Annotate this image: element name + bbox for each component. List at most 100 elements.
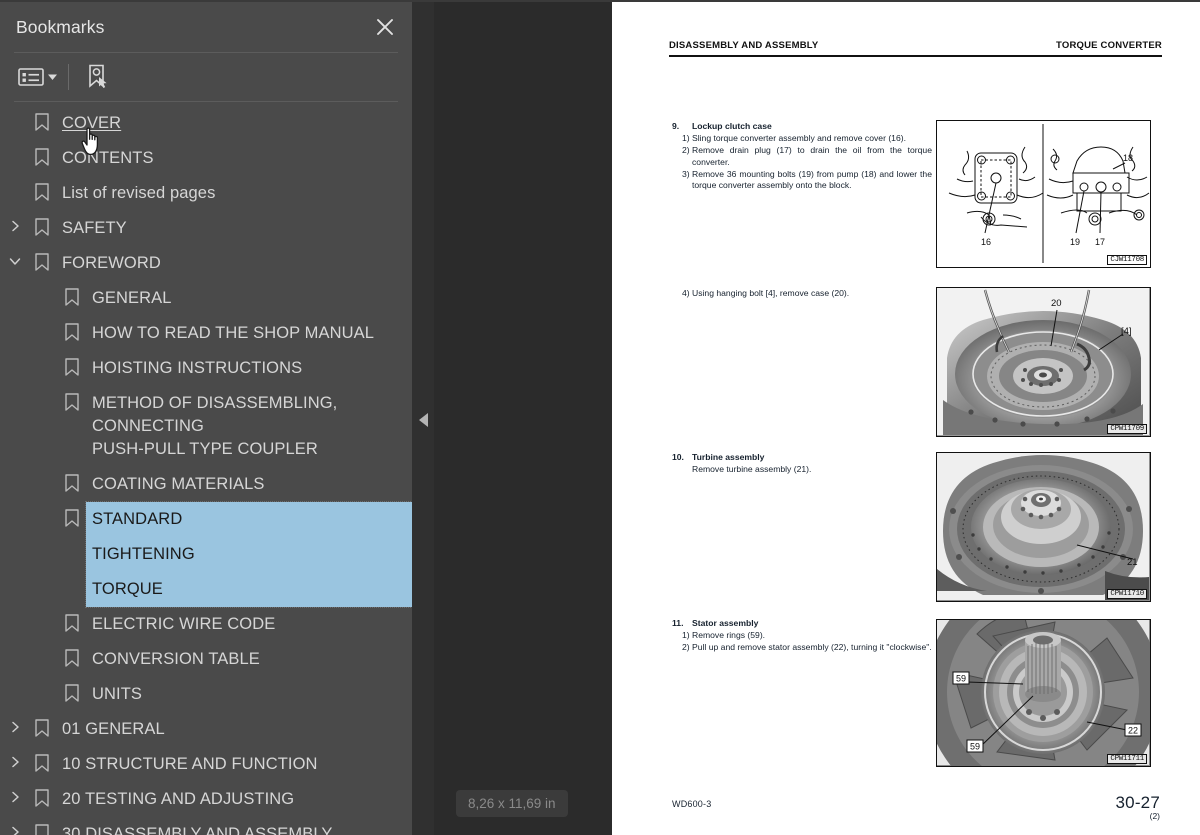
bookmark-item-label: HOW TO READ THE SHOP MANUAL <box>92 324 375 342</box>
document-header: DISASSEMBLY AND ASSEMBLY TORQUE CONVERTE… <box>669 40 1162 57</box>
document-header-left: DISASSEMBLY AND ASSEMBLY <box>669 40 819 51</box>
bookmark-icon <box>60 467 84 493</box>
page-size-indicator: 8,26 x 11,69 in <box>456 790 568 817</box>
bookmarks-toolbar <box>0 53 412 101</box>
bookmark-item-20-testing-and-adjusting[interactable]: 20 TESTING AND ADJUSTING <box>0 782 412 817</box>
step-text: Pull up and remove stator assembly (22),… <box>692 642 932 653</box>
bookmark-item-electric-wire-code[interactable]: ELECTRIC WIRE CODE <box>0 607 412 642</box>
step-text: Remove 36 mounting bolts (19) from pump … <box>692 168 932 191</box>
collapse-panel-button[interactable] <box>412 2 434 835</box>
section-10-title: Turbine assembly <box>692 452 765 462</box>
bookmark-icon <box>30 747 54 773</box>
document-header-rule <box>669 55 1162 57</box>
bookmark-tree[interactable]: COVER CONTENTS List of revised pages SAFETY… <box>0 106 412 835</box>
bookmark-icon <box>30 246 54 272</box>
bookmark-item-how-to-read-the-shop-manual[interactable]: HOW TO READ THE SHOP MANUAL <box>0 316 412 351</box>
bookmark-item-label: UNITS <box>92 685 142 703</box>
bookmark-item-standard-tightening-torque[interactable]: STANDARD TIGHTENING TORQUE <box>0 501 412 608</box>
bookmark-icon <box>30 817 54 835</box>
svg-text:16: 16 <box>981 237 991 247</box>
bookmark-item-label: 10 STRUCTURE AND FUNCTION <box>62 755 318 773</box>
figure-4-code: CPW11711 <box>1107 754 1147 764</box>
chevron-down-icon[interactable] <box>0 246 30 267</box>
bookmark-icon <box>30 782 54 808</box>
bookmark-icon <box>60 386 84 412</box>
svg-text:18: 18 <box>1123 153 1133 163</box>
step-num: 1) <box>682 630 690 640</box>
section-11-number: 11. <box>672 618 684 628</box>
figure-3-photo: 21 <box>937 453 1149 600</box>
bookmark-item-list-of-revised-pages[interactable]: List of revised pages <box>0 176 412 211</box>
figure-1-drawing: 16 19 17 18 <box>948 124 1150 263</box>
bookmark-item-label: FOREWORD <box>62 254 161 272</box>
step-text: Remove rings (59). <box>692 630 766 640</box>
section-10-number: 10. <box>672 452 684 462</box>
bookmark-item-units[interactable]: UNITS <box>0 677 412 712</box>
step-num: 3) <box>682 168 690 179</box>
step-num: 2) <box>682 642 690 653</box>
svg-text:59: 59 <box>956 674 966 684</box>
figure-4-photo: 59 59 22 <box>937 620 1150 766</box>
panel-splitter[interactable] <box>412 0 434 835</box>
section-9-title: Lockup clutch case <box>692 121 772 131</box>
step-num: 4) <box>682 287 690 298</box>
bookmark-icon <box>30 176 54 202</box>
bookmark-item-contents[interactable]: CONTENTS <box>0 141 412 176</box>
list-options-icon[interactable] <box>14 62 48 92</box>
bookmark-item-method-of-disassembling-connecting-push-pull-type-coupler[interactable]: METHOD OF DISASSEMBLING, CONNECTING PUSH… <box>0 386 412 467</box>
caret-down-icon[interactable] <box>48 62 62 92</box>
bookmark-item-label: STANDARD TIGHTENING TORQUE <box>85 501 412 608</box>
document-page: DISASSEMBLY AND ASSEMBLY TORQUE CONVERTE… <box>612 2 1200 835</box>
step-text: Using hanging bolt [4], remove case (20)… <box>692 287 850 298</box>
bookmark-item-label: 30 DISASSEMBLY AND ASSEMBLY <box>62 825 333 835</box>
section-11-title: Stator assembly <box>692 618 759 628</box>
bookmark-item-01-general[interactable]: 01 GENERAL <box>0 712 412 747</box>
bookmark-item-30-disassembly-and-assembly[interactable]: 30 DISASSEMBLY AND ASSEMBLY <box>0 817 412 835</box>
bookmark-item-general[interactable]: GENERAL <box>0 281 412 316</box>
svg-text:21: 21 <box>1127 557 1138 568</box>
bookmark-icon <box>60 316 84 342</box>
bookmarks-panel: Bookmarks COVER CONTENTS List of revised… <box>0 0 412 835</box>
chevron-right-icon[interactable] <box>0 747 30 768</box>
step-text: Remove drain plug (17) to drain the oil … <box>692 145 932 167</box>
svg-text:22: 22 <box>1128 726 1138 736</box>
bookmark-icon <box>60 281 84 307</box>
bookmark-item-safety[interactable]: SAFETY <box>0 211 412 246</box>
bookmark-icon <box>60 607 84 633</box>
bookmark-item-label: 20 TESTING AND ADJUSTING <box>62 790 295 808</box>
page-number: 30-27 <box>1115 793 1160 812</box>
svg-text:17: 17 <box>1095 237 1105 247</box>
figure-turbine-assembly: 21 CPW11710 <box>936 452 1151 602</box>
bookmark-item-label: METHOD OF DISASSEMBLING, CONNECTING PUSH… <box>92 394 338 458</box>
bookmark-item-label: 01 GENERAL <box>62 720 165 738</box>
chevron-right-icon[interactable] <box>0 712 30 733</box>
section-9-number: 9. <box>672 121 680 131</box>
bookmarks-panel-header: Bookmarks <box>0 2 412 52</box>
bookmark-item-label: CONVERSION TABLE <box>92 650 260 668</box>
chevron-right-icon[interactable] <box>0 817 30 835</box>
pdf-reader-window: Bookmarks COVER CONTENTS List of revised… <box>0 0 1200 835</box>
step-num: 1) <box>682 133 690 143</box>
section-9-block: 9. Lockup clutch case 1) Sling torque co… <box>672 120 932 192</box>
close-icon[interactable] <box>372 14 398 40</box>
bookmark-item-coating-materials[interactable]: COATING MATERIALS <box>0 467 412 502</box>
chevron-right-icon[interactable] <box>0 211 30 232</box>
document-viewer[interactable]: 8,26 x 11,69 in DISASSEMBLY AND ASSEMBLY… <box>434 0 1200 835</box>
bookmark-item-hoisting-instructions[interactable]: HOISTING INSTRUCTIONS <box>0 351 412 386</box>
bookmark-item-foreword[interactable]: FOREWORD <box>0 246 412 281</box>
section-10-block: 10. Turbine assembly Remove turbine asse… <box>672 451 932 476</box>
triangle-left-icon <box>418 412 428 427</box>
document-header-right: TORQUE CONVERTER <box>1056 40 1162 51</box>
bookmark-item-conversion-table[interactable]: CONVERSION TABLE <box>0 642 412 677</box>
figure-torque-converter-hanging: 20 [4] CPW11709 <box>936 287 1151 437</box>
svg-text:20: 20 <box>1051 298 1062 309</box>
bookmark-icon <box>60 502 84 528</box>
new-bookmark-icon[interactable] <box>81 62 115 92</box>
chevron-right-icon[interactable] <box>0 782 30 803</box>
bookmark-item-label: SAFETY <box>62 219 127 237</box>
bookmark-item-10-structure-and-function[interactable]: 10 STRUCTURE AND FUNCTION <box>0 747 412 782</box>
bookmark-item-cover[interactable]: COVER <box>0 106 412 141</box>
step-text: Sling torque converter assembly and remo… <box>692 133 906 143</box>
toolbar-separator <box>68 64 69 90</box>
figure-2-code: CPW11709 <box>1107 424 1147 434</box>
